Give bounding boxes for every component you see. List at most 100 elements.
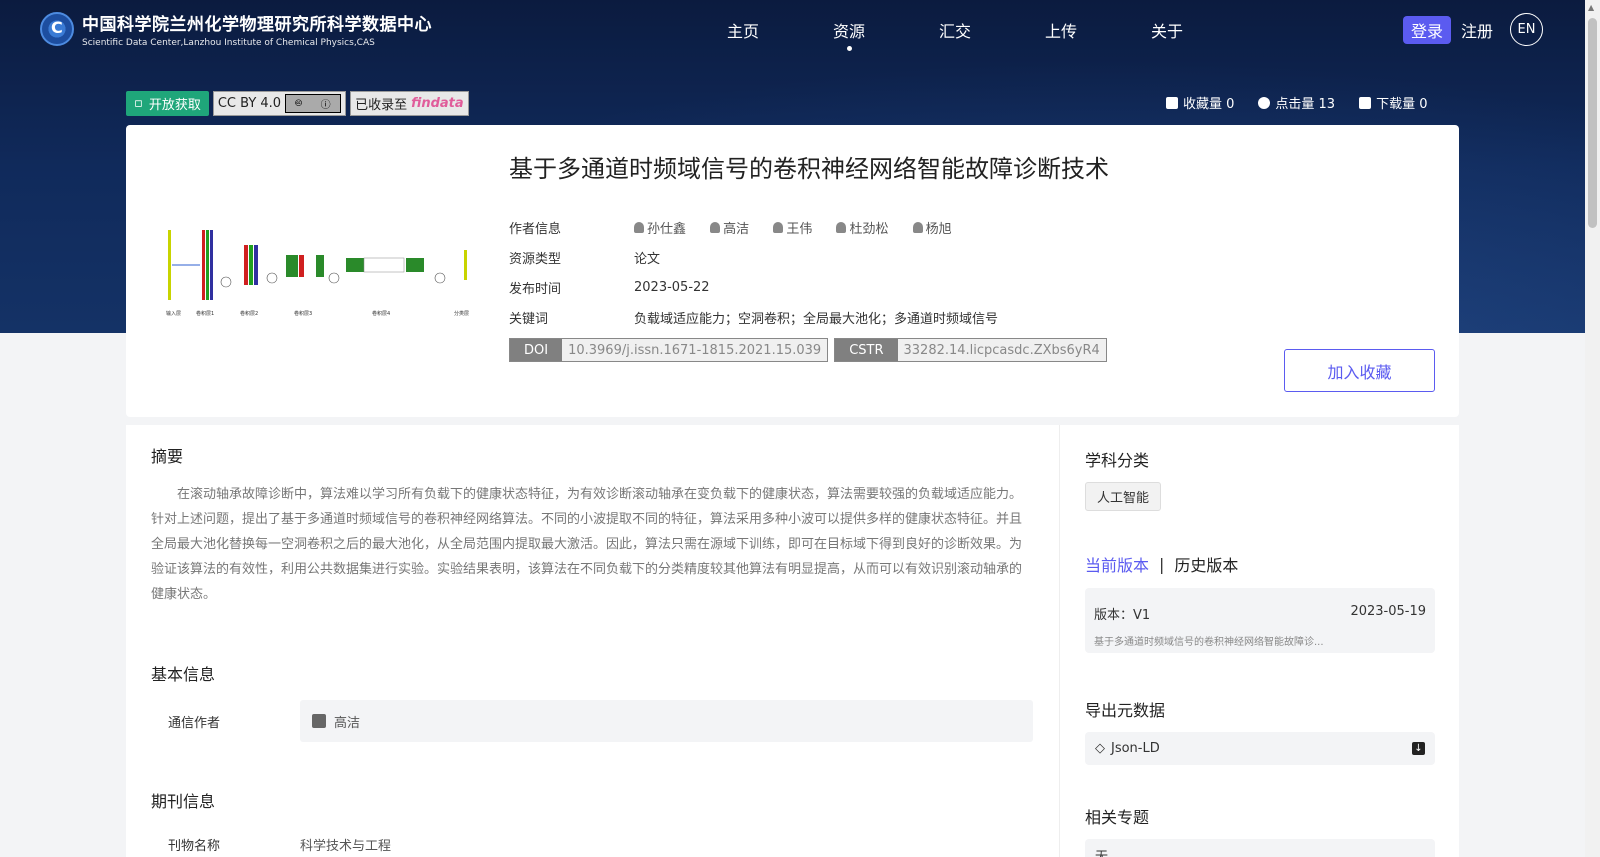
- download-icon: [1359, 96, 1372, 109]
- favorites-stat: 收藏量 0: [1166, 93, 1234, 112]
- author-label: 作者信息: [509, 221, 562, 237]
- scroll-up-icon[interactable]: ▲: [1588, 3, 1594, 12]
- corresponding-author-field: 高洁: [300, 700, 1033, 742]
- cstr-value: 33282.14.licpcasdc.ZXbs6yR4: [897, 339, 1106, 361]
- login-button[interactable]: 登录: [1403, 16, 1452, 44]
- findata-logo: findata: [411, 96, 464, 111]
- sidebar: 学科分类 人工智能 当前版本 | 历史版本 版本：V1 2023-05-19 基…: [1059, 425, 1459, 857]
- keywords-value[interactable]: 负载域适应能力；空洞卷积；全局最大池化；多通道时频域信号: [634, 308, 998, 327]
- abstract-heading: 摘要: [151, 447, 184, 466]
- add-favorite-button[interactable]: 加入收藏: [1284, 349, 1435, 392]
- version-description: 基于多通道时频域信号的卷积神经网络智能故障诊...: [1094, 637, 1324, 648]
- cstr-label: CSTR: [835, 339, 898, 361]
- date-value: 2023-05-22: [634, 279, 710, 295]
- export-format: Json-LD: [1111, 741, 1160, 756]
- resource-stats: 收藏量 0 点击量 13 下载量 0: [1166, 93, 1428, 112]
- type-value: 论文: [634, 251, 661, 267]
- identifier-badges: DOI 10.3969/j.issn.1671-1815.2021.15.039…: [509, 338, 1107, 362]
- author-link[interactable]: 孙仕鑫: [634, 218, 686, 237]
- corresponding-author-value: 高洁: [334, 715, 361, 731]
- basic-info-heading: 基本信息: [151, 665, 216, 684]
- user-icon: [773, 221, 784, 233]
- access-badges: ▫ 开放获取 CC BY 4.0 🅭 ⓘ 已收录至 findata: [126, 91, 469, 116]
- nav-about[interactable]: 关于: [1114, 18, 1220, 42]
- scrollbar-thumb[interactable]: [1588, 18, 1597, 228]
- version-date: 2023-05-19: [1350, 604, 1426, 619]
- figure-label-conv3: 卷积层3: [294, 310, 312, 317]
- figure-label-conv2: 卷积层2: [240, 310, 258, 317]
- keywords-label: 关键词: [509, 311, 549, 327]
- author-link[interactable]: 杨旭: [912, 218, 952, 237]
- doi-badge[interactable]: DOI 10.3969/j.issn.1671-1815.2021.15.039: [509, 338, 829, 362]
- logo-title-en: Scientific Data Center,Lanzhou Institute…: [82, 38, 375, 48]
- resource-meta: 作者信息 孙仕鑫 高洁 王伟 杜劲松 杨旭 资源类型 论文 发布时间 2023-…: [509, 212, 998, 332]
- main-content: 摘要 在滚动轴承故障诊断中，算法难以学习所有负载下的健康状态特征，为有效诊断滚动…: [126, 425, 1059, 857]
- indexed-label: 已收录至: [355, 98, 408, 113]
- site-logo[interactable]: 中国科学院兰州化学物理研究所科学数据中心 Scientific Data Cen…: [40, 10, 432, 48]
- date-label: 发布时间: [509, 281, 562, 297]
- page-scrollbar[interactable]: ▲: [1585, 0, 1600, 857]
- downloads-stat: 下载量 0: [1359, 93, 1428, 112]
- version-tabs: 当前版本 | 历史版本: [1085, 552, 1238, 576]
- related-value: 无: [1095, 846, 1108, 857]
- findata-badge[interactable]: 已收录至 findata: [350, 91, 469, 116]
- user-icon: [710, 221, 721, 233]
- journal-info-heading: 期刊信息: [151, 792, 216, 811]
- clicks-stat: 点击量 13: [1258, 93, 1335, 112]
- nav-upload[interactable]: 上传: [1008, 18, 1114, 42]
- author-link[interactable]: 王伟: [773, 218, 812, 237]
- corresponding-author-row: 通信作者 高洁: [151, 700, 1033, 742]
- eye-icon: [1258, 96, 1271, 109]
- resource-thumbnail[interactable]: 输入层 卷积层1 卷积层2 卷积层3 卷积层4 分类层: [164, 220, 484, 320]
- author-link[interactable]: 高洁: [710, 218, 749, 237]
- user-icon: [836, 221, 847, 233]
- download-icon[interactable]: ↓: [1412, 742, 1425, 755]
- export-select[interactable]: ◇ Json-LD ↓: [1085, 732, 1435, 765]
- cc-by-icon: 🅭 ⓘ: [285, 94, 342, 113]
- user-icon: [912, 221, 923, 233]
- open-access-badge: ▫ 开放获取: [126, 91, 209, 116]
- journal-name-row: 刊物名称 科学技术与工程: [151, 835, 391, 854]
- cas-logo-icon: [40, 12, 74, 46]
- figure-label-output: 分类层: [454, 310, 469, 317]
- subject-tag[interactable]: 人工智能: [1085, 482, 1162, 511]
- corresponding-author-label: 通信作者: [168, 715, 221, 731]
- resource-card: 输入层 卷积层1 卷积层2 卷积层3 卷积层4 分类层 基于多通道时频域信号的卷…: [126, 125, 1459, 417]
- logo-title-cn: 中国科学院兰州化学物理研究所科学数据中心: [82, 15, 432, 35]
- unlock-icon: ▫: [134, 96, 143, 111]
- nav-submit[interactable]: 汇交: [902, 18, 1008, 42]
- bookmark-icon: [1166, 96, 1178, 109]
- main-nav: 主页 资源 汇交 上传 关于: [690, 18, 1220, 51]
- tab-history-version[interactable]: 历史版本: [1174, 552, 1238, 576]
- doi-value: 10.3969/j.issn.1671-1815.2021.15.039: [562, 339, 828, 361]
- journal-name-label: 刊物名称: [168, 839, 221, 854]
- contact-card-icon: [312, 714, 326, 728]
- figure-label-conv4: 卷积层4: [372, 310, 390, 317]
- nav-resources[interactable]: 资源: [796, 18, 902, 51]
- abstract-text: 在滚动轴承故障诊断中，算法难以学习所有负载下的健康状态特征，为有效诊断滚动轴承在…: [151, 487, 1023, 602]
- doi-label: DOI: [510, 339, 563, 361]
- language-toggle[interactable]: EN: [1510, 13, 1543, 46]
- version-card[interactable]: 版本：V1 2023-05-19 基于多通道时频域信号的卷积神经网络智能故障诊.…: [1085, 588, 1435, 653]
- user-icon: [634, 221, 644, 233]
- license-badge[interactable]: CC BY 4.0 🅭 ⓘ: [212, 91, 347, 116]
- register-link[interactable]: 注册: [1461, 18, 1493, 42]
- export-heading: 导出元数据: [1085, 701, 1166, 720]
- cstr-badge[interactable]: CSTR 33282.14.licpcasdc.ZXbs6yR4: [834, 338, 1107, 362]
- related-box: 无: [1085, 839, 1435, 857]
- figure-label-conv1: 卷积层1: [196, 310, 214, 317]
- auth-links: 登录 注册: [1403, 16, 1493, 44]
- open-access-label: 开放获取: [148, 98, 201, 113]
- version-label: 版本：V1: [1094, 608, 1151, 623]
- subject-heading: 学科分类: [1085, 451, 1150, 470]
- diamond-icon: ◇: [1095, 741, 1105, 756]
- license-label: CC BY 4.0: [217, 96, 282, 111]
- journal-name-value: 科学技术与工程: [300, 839, 392, 854]
- figure-label-input: 输入层: [166, 310, 181, 317]
- nav-home[interactable]: 主页: [690, 18, 796, 42]
- type-label: 资源类型: [509, 251, 562, 267]
- related-heading: 相关专题: [1085, 808, 1150, 827]
- author-link[interactable]: 杜劲松: [836, 218, 888, 237]
- resource-title: 基于多通道时频域信号的卷积神经网络智能故障诊断技术: [509, 155, 1109, 183]
- tab-current-version[interactable]: 当前版本: [1085, 552, 1149, 576]
